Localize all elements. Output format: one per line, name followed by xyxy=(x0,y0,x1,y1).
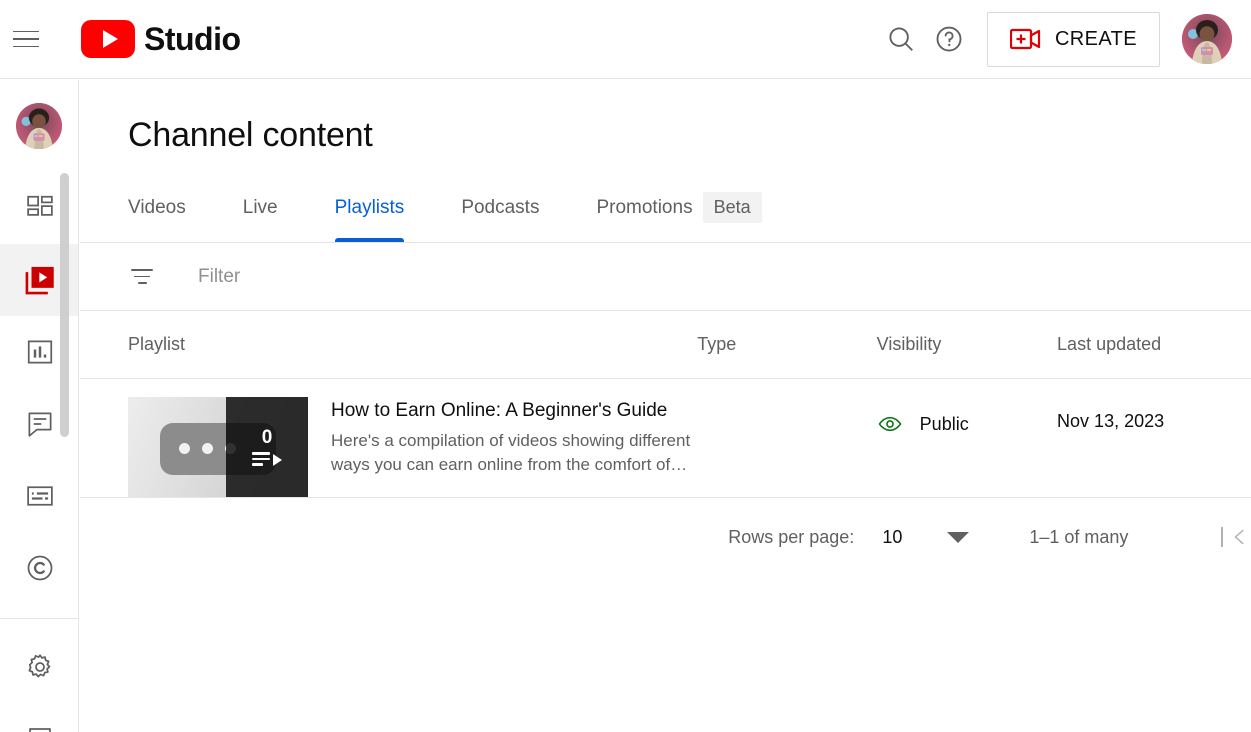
account-avatar[interactable] xyxy=(1182,14,1232,64)
tab-label: Live xyxy=(242,196,278,218)
playlist-thumbnail[interactable]: 0 xyxy=(128,397,308,497)
playlist-text-block: How to Earn Online: A Beginner's Guide H… xyxy=(331,397,697,497)
queue-bars xyxy=(252,452,270,466)
play-triangle xyxy=(102,30,118,48)
tab-label: Promotions xyxy=(596,196,693,218)
column-header-visibility[interactable]: Visibility xyxy=(877,334,1057,355)
chevron-down-icon[interactable] xyxy=(947,531,970,543)
create-button-label: CREATE xyxy=(1054,27,1137,50)
video-plus-icon xyxy=(1009,28,1041,50)
studio-logo[interactable]: Studio xyxy=(81,20,241,58)
rows-per-page-value[interactable]: 10 xyxy=(882,527,902,548)
playlist-queue-icon xyxy=(252,452,282,466)
cell-playlist: 0 How to Earn Online: A Beginner's Guide… xyxy=(80,397,697,497)
dot xyxy=(202,443,213,454)
filter-line xyxy=(134,275,150,278)
cell-visibility: Public xyxy=(877,397,1057,437)
sidebar-item-subtitles[interactable] xyxy=(0,460,78,532)
search-icon[interactable] xyxy=(877,15,925,63)
content-tabs: Videos Live Playlists Podcasts Promotion… xyxy=(80,188,1251,243)
comment-bubble-icon xyxy=(28,412,51,437)
feedback-exclamation-icon xyxy=(28,728,51,732)
queue-bar xyxy=(252,452,270,455)
analytics-bar-chart-icon xyxy=(27,340,52,364)
left-sidebar xyxy=(0,80,79,732)
gear-icon xyxy=(28,654,50,678)
playlist-video-count: 0 xyxy=(261,427,273,449)
tab-label: Podcasts xyxy=(461,196,540,218)
thumbnail-count-panel: 0 xyxy=(226,397,308,497)
dashboard-grid-icon xyxy=(26,195,53,216)
sidebar-channel-avatar[interactable] xyxy=(16,103,62,149)
filter-input[interactable] xyxy=(198,265,648,288)
tab-live[interactable]: Live xyxy=(243,187,278,242)
tab-label: Videos xyxy=(128,196,186,218)
sidebar-scrollbar-thumb[interactable] xyxy=(60,173,69,437)
filter-bar xyxy=(80,243,1251,311)
sidebar-item-send-feedback[interactable] xyxy=(0,703,78,732)
header-actions: CREATE xyxy=(877,11,1251,67)
content-video-stack-icon xyxy=(25,266,54,295)
tab-label: Playlists xyxy=(334,196,405,218)
sidebar-item-copyright[interactable] xyxy=(0,532,78,604)
hamburger-line xyxy=(13,38,39,40)
visibility-label: Public xyxy=(919,413,969,434)
copyright-circle-icon xyxy=(27,555,52,581)
column-header-last-updated[interactable]: Last updated xyxy=(1057,334,1251,355)
filter-line xyxy=(131,268,153,271)
top-header: Studio CREATE xyxy=(0,0,1251,79)
sidebar-divider xyxy=(0,618,78,619)
column-header-type[interactable]: Type xyxy=(697,334,876,355)
hamburger-line xyxy=(13,45,39,48)
pagination-range: 1–1 of many xyxy=(1029,526,1129,547)
table-row[interactable]: 0 How to Earn Online: A Beginner's Guide… xyxy=(80,379,1251,498)
hamburger-line xyxy=(13,30,39,33)
pagination-bar: Rows per page: 10 1–1 of many xyxy=(80,498,1251,576)
dot xyxy=(179,443,190,454)
queue-play-triangle xyxy=(273,453,282,466)
hamburger-icon[interactable] xyxy=(6,19,46,59)
rows-per-page-label: Rows per page: xyxy=(728,526,855,547)
youtube-studio-page: Studio CREATE Channel content Videos Liv… xyxy=(0,0,1251,732)
queue-bar xyxy=(252,457,270,461)
cell-last-updated: Nov 13, 2023 xyxy=(1057,411,1165,431)
youtube-logo-icon xyxy=(81,20,135,58)
help-circle-icon[interactable] xyxy=(925,15,973,63)
tab-promotions[interactable]: Promotions Beta xyxy=(596,187,762,242)
filter-line xyxy=(137,282,147,285)
brand-word: Studio xyxy=(144,21,241,57)
sidebar-item-settings[interactable] xyxy=(0,631,78,703)
table-header-row: Playlist Type Visibility Last updated xyxy=(80,311,1251,379)
create-button[interactable]: CREATE xyxy=(986,11,1160,67)
playlist-title[interactable]: How to Earn Online: A Beginner's Guide xyxy=(331,399,697,423)
tab-videos[interactable]: Videos xyxy=(128,187,186,242)
queue-bar xyxy=(252,463,263,466)
playlist-description: Here's a compilation of videos showing d… xyxy=(331,430,691,475)
first-page-icon[interactable] xyxy=(1221,526,1251,548)
filter-lines-icon[interactable] xyxy=(128,268,156,285)
tab-podcasts[interactable]: Podcasts xyxy=(461,187,539,242)
first-page-bar xyxy=(1221,527,1223,547)
eye-public-icon xyxy=(878,416,902,432)
tab-playlists[interactable]: Playlists xyxy=(334,187,405,242)
column-header-playlist[interactable]: Playlist xyxy=(80,334,697,355)
sidebar-avatar-wrap xyxy=(0,80,78,172)
main-content: Channel content Videos Live Playlists Po… xyxy=(80,80,1251,732)
subtitles-icon xyxy=(26,486,53,506)
page-title: Channel content xyxy=(128,116,373,154)
beta-badge: Beta xyxy=(702,191,762,223)
